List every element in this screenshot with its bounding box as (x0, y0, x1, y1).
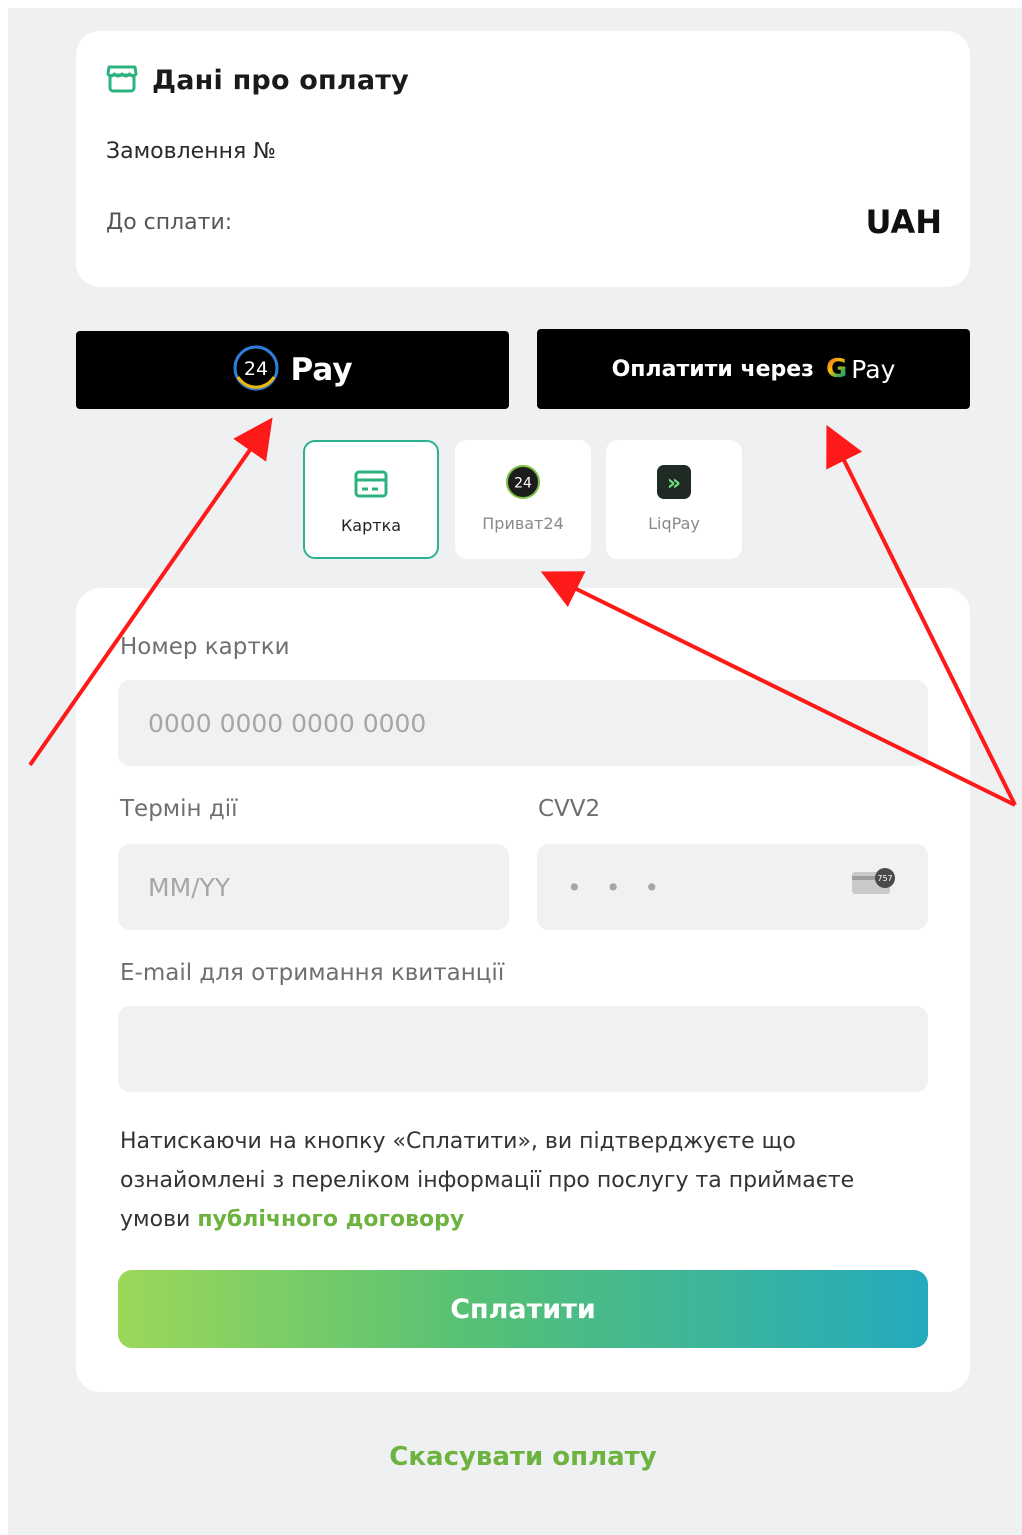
svg-text:24: 24 (244, 358, 268, 380)
amount-row: До сплати: UAH (106, 203, 942, 241)
cancel-payment-link[interactable]: Скасувати оплату (0, 1442, 1022, 1472)
store-icon (106, 63, 138, 97)
pay24-logo-icon: 24 (232, 344, 280, 396)
card-icon (354, 466, 388, 502)
svg-text:»: » (667, 471, 681, 496)
public-contract-link[interactable]: публічного договору (197, 1207, 464, 1232)
payment-info-title: Дані про оплату (152, 64, 409, 96)
cvv-card-hint-icon: 757 (852, 868, 898, 900)
pay24-button[interactable]: 24 Pay (76, 331, 509, 409)
email-label: E-mail для отримання квитанції (120, 960, 505, 986)
google-g-icon: G (825, 354, 848, 384)
payment-info-card: Дані про оплату Замовлення № До сплати: … (76, 31, 970, 287)
card-number-label: Номер картки (120, 634, 290, 660)
google-pay-prefix: Оплатити через (611, 356, 814, 382)
method-tab-privat24[interactable]: 24 Приват24 (455, 440, 591, 559)
consent-text: Натискаючи на кнопку «Сплатити», ви підт… (120, 1122, 920, 1239)
method-tab-card[interactable]: Картка (303, 440, 439, 559)
google-pay-logo: G Pay (826, 354, 895, 384)
privat24-icon: 24 (505, 464, 541, 500)
method-label-liqpay: LiqPay (648, 514, 700, 533)
card-number-input[interactable] (118, 680, 928, 766)
pay24-label: Pay (290, 352, 353, 388)
expiry-input[interactable] (118, 844, 509, 930)
amount-label: До сплати: (106, 209, 233, 235)
cvv-label: CVV2 (538, 796, 601, 822)
svg-text:24: 24 (514, 476, 532, 492)
method-label-card: Картка (340, 516, 402, 535)
method-label-privat24: Приват24 (482, 514, 564, 533)
amount-currency: UAH (865, 203, 942, 241)
pay-submit-button[interactable]: Сплатити (118, 1270, 928, 1348)
method-tab-liqpay[interactable]: » LiqPay (606, 440, 742, 559)
expiry-label: Термін дії (120, 796, 238, 822)
google-pay-label: Pay (851, 354, 896, 384)
email-input[interactable] (118, 1006, 928, 1092)
google-pay-button[interactable]: Оплатити через G Pay (537, 329, 970, 409)
card-payment-form: Номер картки Термін дії CVV2 757 E-mail … (76, 588, 970, 1392)
order-number-label: Замовлення № (106, 139, 277, 164)
payment-info-header: Дані про оплату (106, 63, 409, 97)
liqpay-icon: » (656, 464, 692, 500)
svg-text:757: 757 (877, 874, 892, 883)
